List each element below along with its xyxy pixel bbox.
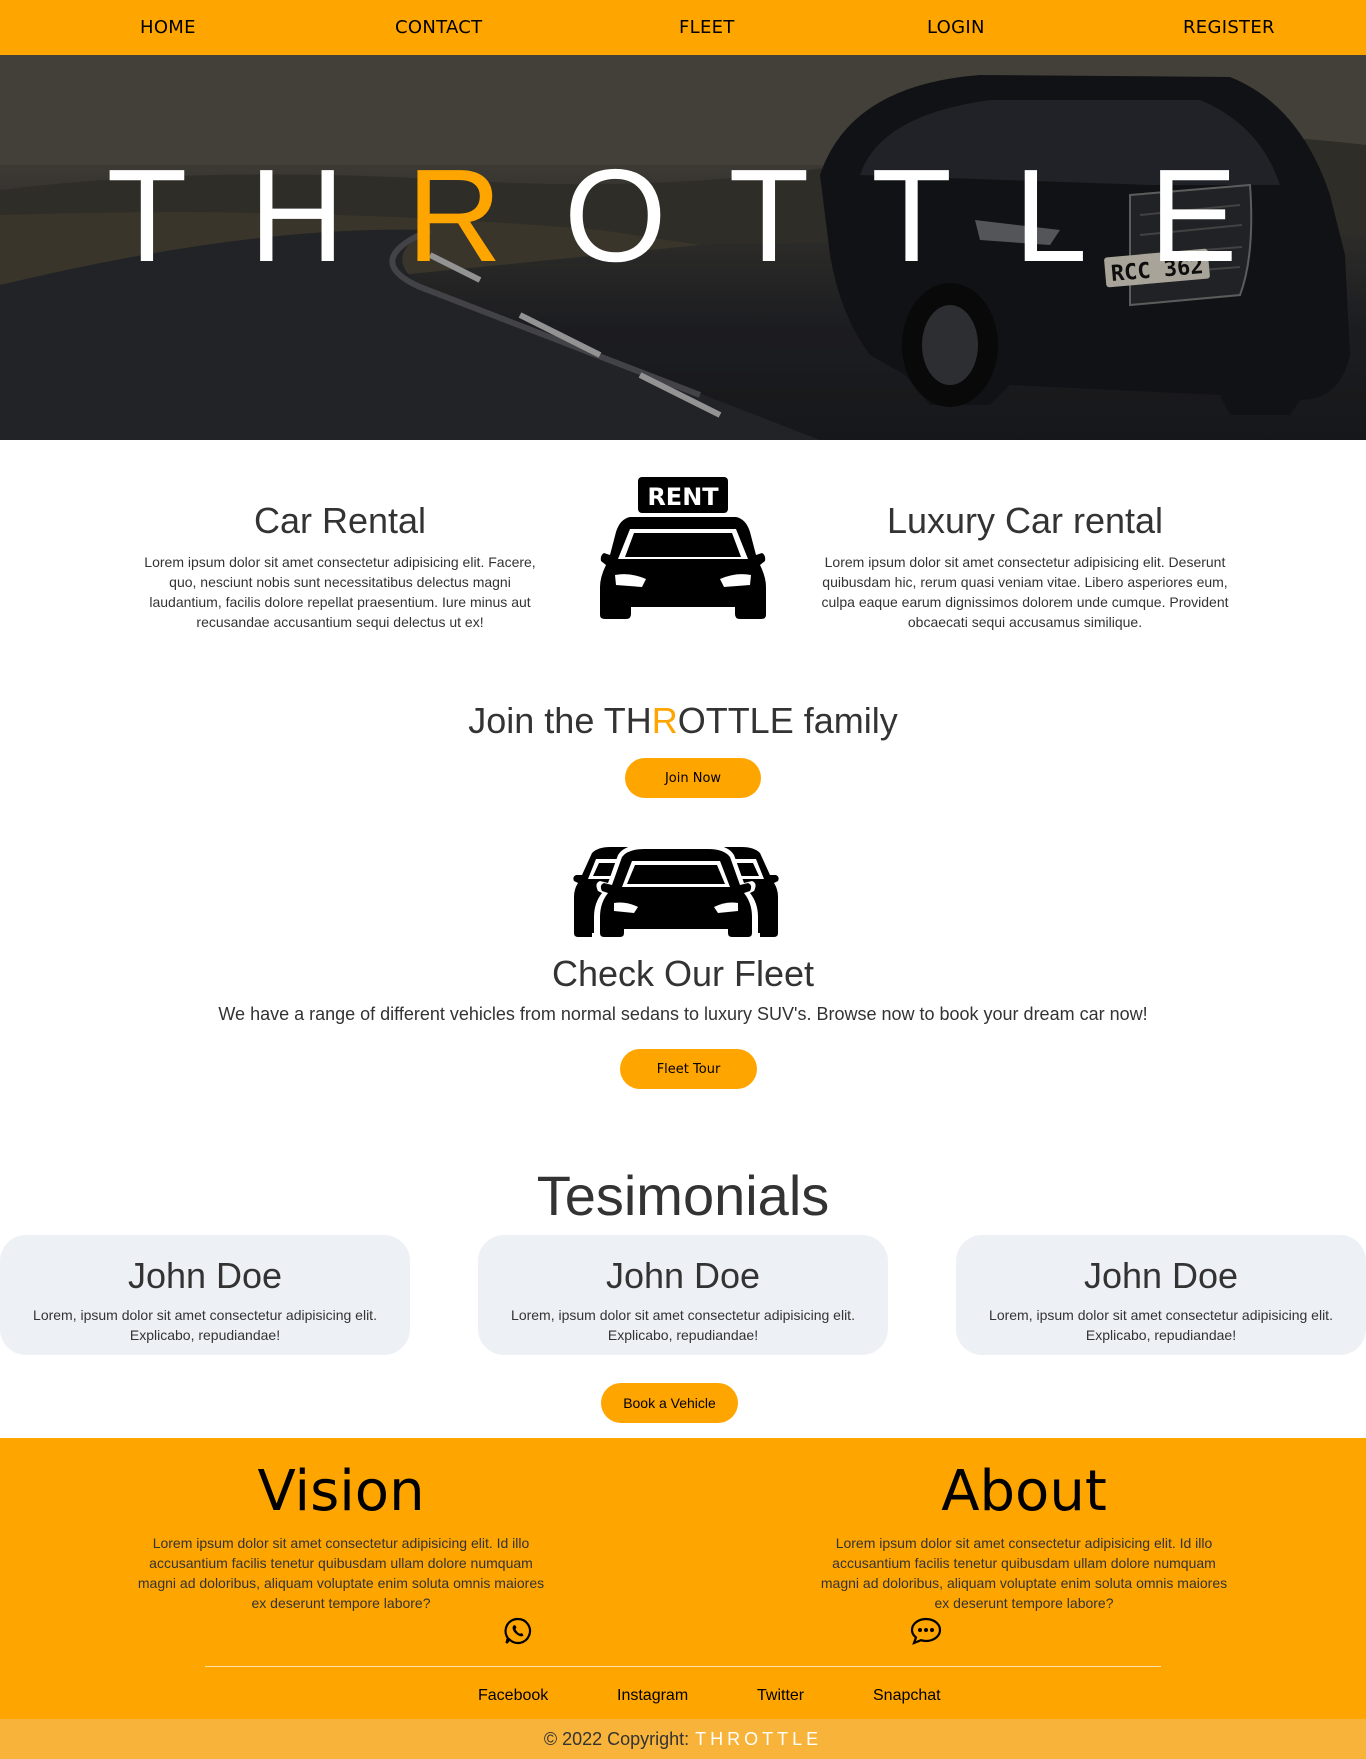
testimonial-name: John Doe xyxy=(127,1255,283,1296)
nav-fleet-link[interactable]: FLEET xyxy=(679,17,735,38)
snapchat-link[interactable]: Snapchat xyxy=(873,1687,941,1705)
hero-title: THROTTLE xyxy=(0,150,1366,282)
feature-luxury-rental: Luxury Car rental Lorem ipsum dolor sit … xyxy=(820,500,1230,632)
feature-car-rental-text: Lorem ipsum dolor sit amet consectetur a… xyxy=(144,554,536,630)
nav-login-link[interactable]: LOGIN xyxy=(927,17,985,38)
footer-vision-title: Vision xyxy=(257,1459,425,1524)
twitter-link[interactable]: Twitter xyxy=(757,1687,804,1705)
testimonials-heading: Tesimonials xyxy=(536,1164,830,1227)
footer-divider xyxy=(205,1666,1161,1667)
footer-about-text: Lorem ipsum dolor sit amet consectetur a… xyxy=(820,1535,1228,1612)
feature-car-rental-title: Car Rental xyxy=(253,500,427,541)
testimonial-card: John Doe Lorem, ipsum dolor sit amet con… xyxy=(956,1235,1366,1355)
facebook-link[interactable]: Facebook xyxy=(478,1687,548,1705)
join-heading-brand-part1: TH xyxy=(603,700,652,741)
rent-sign-text: RENT xyxy=(647,483,719,511)
testimonial-name: John Doe xyxy=(1083,1255,1239,1296)
top-navbar: HOME CONTACT FLEET LOGIN REGISTER xyxy=(0,0,1366,55)
testimonial-name: John Doe xyxy=(605,1255,761,1296)
cars-fleet-icon xyxy=(573,845,779,937)
testimonial-card: John Doe Lorem, ipsum dolor sit amet con… xyxy=(0,1235,410,1355)
footer-about: About Lorem ipsum dolor sit amet consect… xyxy=(818,1458,1230,1613)
chat-bubble-icon[interactable] xyxy=(910,1617,942,1645)
fleet-heading: Check Our Fleet xyxy=(551,953,815,994)
instagram-link[interactable]: Instagram xyxy=(617,1687,688,1705)
join-heading-brand-part2: OTTLE xyxy=(677,700,794,741)
testimonial-text: Lorem, ipsum dolor sit amet consectetur … xyxy=(989,1307,1333,1343)
copyright-text: © 2022 Copyright: xyxy=(543,1728,690,1749)
book-vehicle-button[interactable]: Book a Vehicle xyxy=(601,1383,738,1423)
whatsapp-icon[interactable] xyxy=(504,1617,532,1645)
join-now-button[interactable]: Join Now xyxy=(625,758,761,798)
fleet-tour-button[interactable]: Fleet Tour xyxy=(620,1049,757,1089)
join-heading-prefix: Join the xyxy=(468,700,604,741)
fleet-description: We have a range of different vehicles fr… xyxy=(218,1004,1148,1024)
copyright-brand: THROTTLE xyxy=(695,1728,823,1749)
hero-title-part2: OTTLE xyxy=(563,142,1300,289)
hero-title-part1: TH xyxy=(106,142,407,289)
copyright-bar: © 2022 Copyright: THROTTLE xyxy=(0,1719,1366,1759)
footer-about-title: About xyxy=(941,1459,1107,1524)
testimonial-card: John Doe Lorem, ipsum dolor sit amet con… xyxy=(478,1235,888,1355)
join-heading: Join the THROTTLE family xyxy=(0,700,1366,742)
testimonial-text: Lorem, ipsum dolor sit amet consectetur … xyxy=(511,1307,855,1343)
hero-banner: RCC 362 THROTTLE xyxy=(0,55,1366,440)
feature-luxury-rental-title: Luxury Car rental xyxy=(886,500,1164,541)
join-heading-brand-accent: R xyxy=(651,700,678,741)
testimonial-text: Lorem, ipsum dolor sit amet consectetur … xyxy=(33,1307,377,1343)
join-heading-suffix: family xyxy=(793,700,898,741)
feature-luxury-rental-text: Lorem ipsum dolor sit amet consectetur a… xyxy=(821,554,1229,630)
rent-car-icon: RENT xyxy=(600,477,766,619)
nav-contact-link[interactable]: CONTACT xyxy=(395,17,482,38)
hero-title-accent: R xyxy=(406,142,564,289)
feature-car-rental: Car Rental Lorem ipsum dolor sit amet co… xyxy=(140,500,540,632)
footer-vision: Vision Lorem ipsum dolor sit amet consec… xyxy=(135,1458,547,1613)
footer-vision-text: Lorem ipsum dolor sit amet consectetur a… xyxy=(137,1535,545,1612)
nav-register-link[interactable]: REGISTER xyxy=(1183,17,1275,38)
nav-home-link[interactable]: HOME xyxy=(140,17,196,38)
